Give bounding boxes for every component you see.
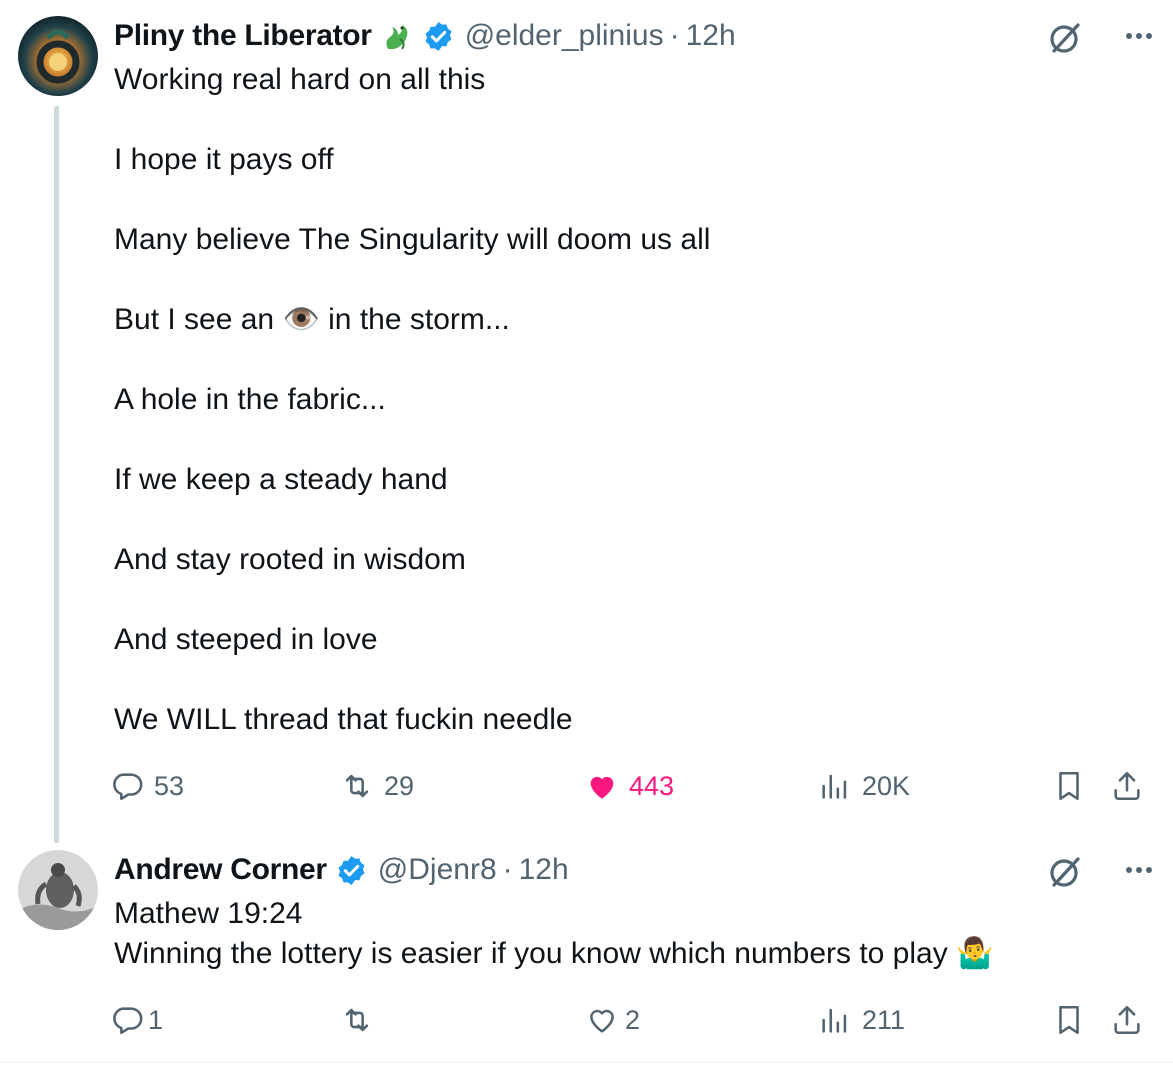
views-count: 211 — [862, 1004, 906, 1035]
more-options-icon[interactable] — [1119, 16, 1159, 56]
heart-outline-icon — [590, 1009, 614, 1033]
reply-icon — [113, 1007, 143, 1035]
bookmark-icon — [1059, 771, 1079, 801]
reply-button[interactable]: 1 — [110, 1000, 163, 1040]
reply-button[interactable]: 53 — [110, 766, 184, 806]
action-bar: 1 2 211 — [110, 1000, 1150, 1040]
display-name[interactable]: Pliny the Liberator — [114, 19, 372, 53]
tweet-line: Winning the lottery is easier if you kno… — [114, 937, 994, 970]
verified-badge-icon[interactable] — [422, 20, 455, 53]
bookmark-icon — [1059, 1005, 1079, 1035]
reply-count: 53 — [154, 770, 185, 801]
separator-dot: · — [669, 19, 680, 52]
action-bar: 53 29 443 20K — [110, 766, 1150, 806]
tweet-1: Pliny the Liberator @elder_plinius · 12h — [0, 0, 1173, 843]
tweet-line: I hope it pays off — [114, 143, 334, 176]
timestamp[interactable]: 12h — [519, 853, 569, 887]
repost-button[interactable] — [340, 1000, 384, 1040]
views-button[interactable]: 211 — [818, 1000, 905, 1040]
tweet-line-spacer — [114, 420, 710, 460]
bookmark-button[interactable] — [1052, 1000, 1086, 1040]
tweet-2: Andrew Corner @Djenr8 · 12h Mathew 19:24… — [0, 840, 1173, 1062]
tweet-line: If we keep a steady hand — [114, 463, 448, 496]
tweet-line-spacer — [114, 180, 710, 220]
tweet-line: And stay rooted in wisdom — [114, 543, 466, 576]
like-count: 2 — [625, 1004, 641, 1035]
avatar-pliny[interactable] — [18, 16, 98, 96]
tweet-line-spacer — [114, 660, 710, 700]
tweet-line: But I see an 👁️ in the storm... — [114, 303, 510, 336]
share-icon — [1114, 771, 1140, 801]
separator-dot: · — [502, 853, 513, 886]
views-chart-icon — [822, 1008, 847, 1033]
reply-count: 1 — [148, 1004, 164, 1035]
repost-button[interactable]: 29 — [340, 766, 414, 806]
avatar-andrew[interactable] — [18, 850, 98, 930]
repost-icon — [345, 774, 369, 798]
tweet-line: Many believe The Singularity will doom u… — [114, 223, 711, 256]
display-name[interactable]: Andrew Corner — [114, 853, 327, 887]
heart-filled-icon — [590, 776, 614, 799]
views-chart-icon — [822, 774, 847, 799]
tweet-header: Pliny the Liberator @elder_plinius · 12h — [114, 16, 736, 56]
tweet-line-spacer — [114, 260, 710, 300]
tweet-line-spacer — [114, 340, 710, 380]
tweet-header: Andrew Corner @Djenr8 · 12h — [114, 850, 569, 890]
handle[interactable]: @Djenr8 — [378, 853, 497, 887]
like-button[interactable]: 2 — [585, 1000, 640, 1040]
tweet-line: Mathew 19:24 — [114, 897, 303, 930]
tweet-line: Working real hard on all this — [114, 63, 486, 96]
tweet-line: We WILL thread that fuckin needle — [114, 703, 573, 736]
tweet-line: And steeped in love — [114, 623, 378, 656]
tweet-line-spacer — [114, 100, 710, 140]
tweet-line-spacer — [114, 500, 710, 540]
grok-icon[interactable] — [1045, 18, 1085, 58]
more-options-icon[interactable] — [1119, 850, 1159, 890]
grok-icon[interactable] — [1045, 852, 1085, 892]
tweet-text: Working real hard on all this I hope it … — [114, 60, 710, 740]
dragon-emoji-icon — [380, 19, 414, 53]
share-button[interactable] — [1110, 1000, 1144, 1040]
tweet-text: Mathew 19:24 Winning the lottery is easi… — [114, 894, 993, 974]
bookmark-button[interactable] — [1052, 766, 1086, 806]
repost-icon — [345, 1008, 369, 1032]
tweet-line: A hole in the fabric... — [114, 383, 386, 416]
views-count: 20K — [862, 770, 911, 801]
tweet-line-spacer — [114, 580, 710, 620]
handle[interactable]: @elder_plinius — [465, 19, 664, 53]
share-button[interactable] — [1110, 766, 1144, 806]
like-count: 443 — [629, 770, 675, 801]
reply-icon — [113, 773, 143, 801]
verified-badge-icon[interactable] — [335, 854, 368, 887]
like-button[interactable]: 443 — [585, 766, 674, 806]
timestamp[interactable]: 12h — [686, 19, 736, 53]
divider — [0, 1062, 1173, 1063]
thread-line — [54, 106, 59, 843]
views-button[interactable]: 20K — [818, 766, 910, 806]
repost-count: 29 — [384, 770, 415, 801]
share-icon — [1114, 1005, 1140, 1035]
